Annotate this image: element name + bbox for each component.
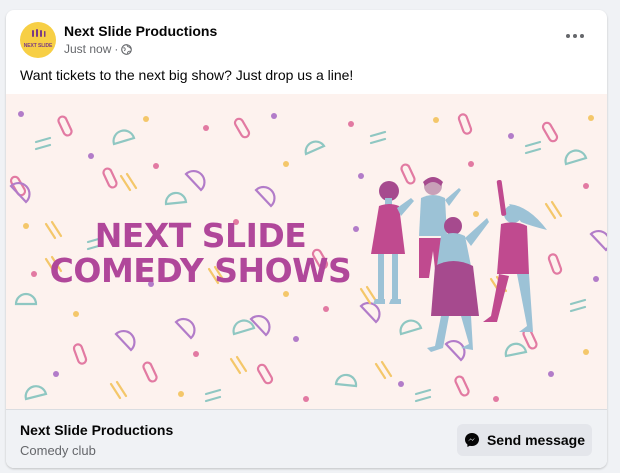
avatar-logo-icon [32,29,46,37]
headline-line-2: COMEDY SHOWS [49,251,352,290]
send-message-label: Send message [486,432,586,448]
footer-page-category: Comedy club [20,443,96,458]
messenger-icon [464,433,479,447]
post-header: NEXT SLIDE Next Slide Productions Just n… [6,10,607,68]
dancing-people-illustration [371,177,547,352]
post-card: NEXT SLIDE Next Slide Productions Just n… [6,10,607,468]
meta-separator: · [114,42,119,56]
page-avatar[interactable]: NEXT SLIDE [20,22,56,58]
post-image[interactable]: NEXT SLIDE COMEDY SHOWS [6,94,607,409]
headline-line-1: NEXT SLIDE [94,216,307,255]
post-footer: Next Slide Productions Comedy club Send … [6,409,607,468]
poster-headline: NEXT SLIDE COMEDY SHOWS [48,218,353,288]
post-meta: Just now · [64,42,133,56]
page-name-link[interactable]: Next Slide Productions [64,23,217,39]
footer-page-name[interactable]: Next Slide Productions [20,422,173,438]
post-timestamp[interactable]: Just now [64,42,111,56]
globe-icon[interactable] [121,43,133,55]
send-message-button[interactable]: Send message [457,424,592,456]
more-options-icon[interactable] [563,28,587,44]
post-body-text: Want tickets to the next big show? Just … [20,67,354,83]
